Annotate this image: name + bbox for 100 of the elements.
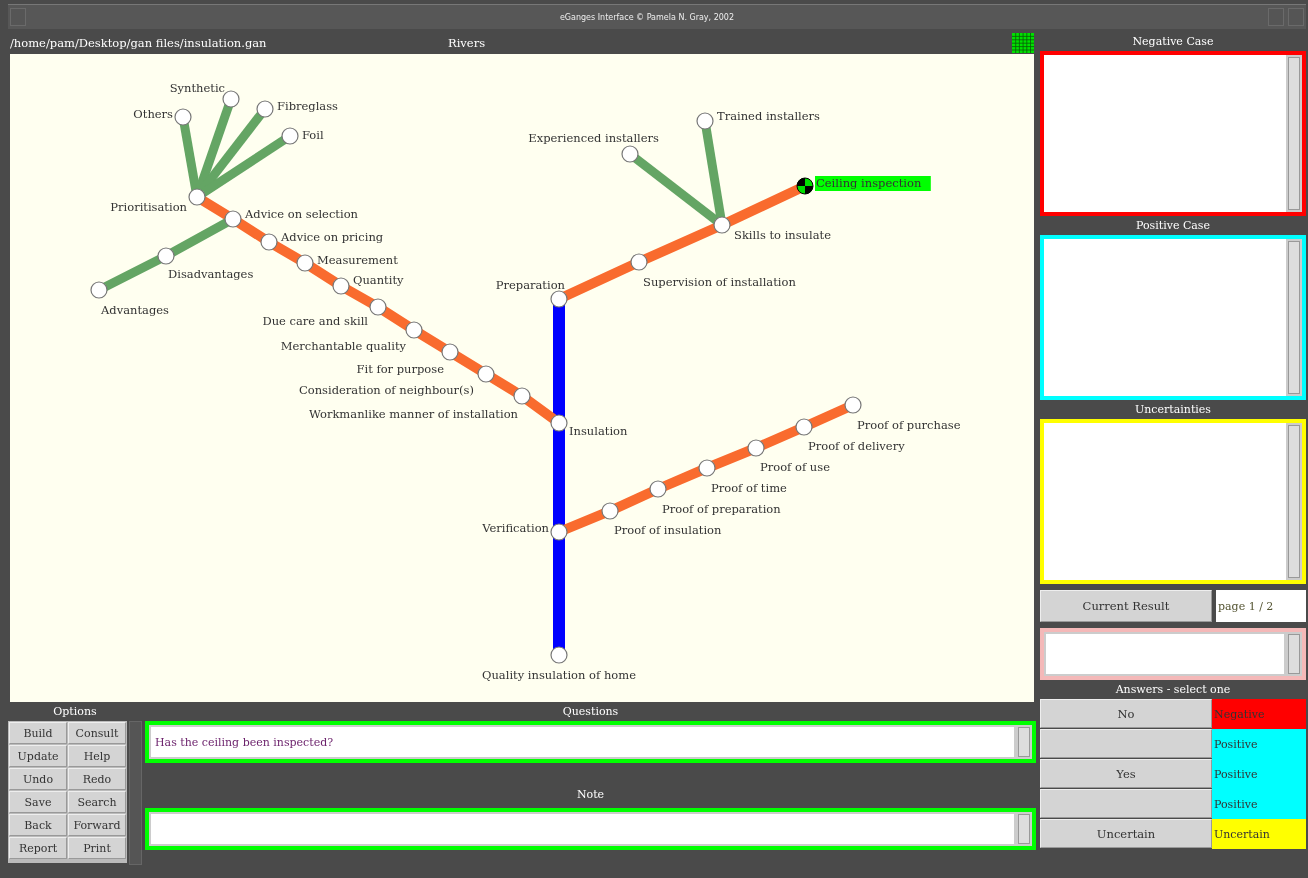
station-node[interactable] (696, 112, 714, 130)
station-label[interactable]: Verification (482, 521, 549, 535)
option-button[interactable]: Redo (68, 768, 126, 790)
answer-button[interactable] (1040, 789, 1212, 818)
option-button[interactable]: Save (9, 791, 67, 813)
answer-button[interactable]: No (1040, 699, 1212, 728)
station-node[interactable] (513, 387, 531, 405)
option-button[interactable]: Back (9, 814, 67, 836)
station-label[interactable]: Prioritisation (110, 200, 187, 214)
station-label[interactable]: Quality insulation of home (482, 668, 636, 682)
station-node[interactable] (441, 343, 459, 361)
station-label[interactable]: Quantity (353, 273, 404, 287)
station-label[interactable]: Workmanlike manner of installation (308, 407, 518, 421)
station-label[interactable]: Advice on pricing (281, 230, 384, 244)
station-node[interactable] (795, 418, 813, 436)
station-label[interactable]: Advice on selection (245, 207, 358, 221)
station-label[interactable]: Consideration of neighbour(s) (298, 383, 474, 397)
scrollbar[interactable] (1288, 425, 1300, 578)
station-node[interactable] (621, 145, 639, 163)
station-label[interactable]: Others (133, 107, 173, 121)
station-node[interactable] (649, 480, 667, 498)
option-button[interactable]: Forward (68, 814, 126, 836)
station-label[interactable]: Proof of preparation (662, 502, 781, 516)
station-label[interactable]: Proof of use (760, 460, 830, 474)
option-button[interactable]: Undo (9, 768, 67, 790)
station-label[interactable]: Disadvantages (168, 267, 254, 281)
result-field[interactable] (1040, 628, 1306, 680)
station-node[interactable] (747, 439, 765, 457)
current-result-button[interactable]: Current Result (1040, 590, 1212, 622)
options-title: Options (52, 704, 98, 720)
answer-result: Uncertain (1212, 819, 1306, 849)
station-label[interactable]: Skills to insulate (734, 228, 831, 242)
station-node[interactable] (477, 365, 495, 383)
station-label[interactable]: Measurement (317, 253, 398, 267)
answer-result: Positive (1212, 729, 1306, 759)
station-node[interactable] (713, 216, 731, 234)
station-node[interactable] (601, 502, 619, 520)
station-label[interactable]: Fit for purpose (356, 362, 444, 376)
station-node[interactable] (698, 459, 716, 477)
station-node[interactable] (630, 253, 648, 271)
answer-result: Positive (1212, 759, 1306, 789)
station-label[interactable]: Proof of insulation (614, 523, 722, 537)
station-node[interactable] (550, 414, 568, 432)
station-node[interactable] (90, 281, 108, 299)
station-label[interactable]: Experienced installers (528, 131, 659, 145)
station-label[interactable]: Advantages (101, 303, 169, 317)
file-path: /home/pam/Desktop/gan files/insulation.gan (10, 36, 267, 50)
questions-title: Questions (561, 704, 620, 720)
option-button[interactable]: Report (9, 837, 67, 859)
station-node[interactable] (256, 100, 274, 118)
station-node[interactable] (369, 298, 387, 316)
station-node[interactable] (224, 210, 242, 228)
station-label[interactable]: Synthetic (169, 81, 225, 95)
option-button[interactable]: Print (68, 837, 126, 859)
scrollbar[interactable] (1288, 57, 1300, 210)
station-node[interactable] (844, 396, 862, 414)
answers-title: Answers - select one (1114, 682, 1232, 698)
station-node[interactable] (405, 321, 423, 339)
option-button[interactable]: Search (68, 791, 126, 813)
station-label[interactable]: Trained installers (717, 109, 820, 123)
station-node[interactable] (157, 247, 175, 265)
option-button[interactable]: Build (9, 722, 67, 744)
station-label[interactable]: Due care and skill (262, 314, 368, 328)
station-node[interactable] (550, 523, 568, 541)
option-button[interactable]: Help (68, 745, 126, 767)
scrollbar[interactable] (1018, 814, 1030, 844)
scrollbar[interactable] (1018, 727, 1030, 757)
station-label[interactable]: Fibreglass (277, 99, 339, 113)
grid-icon[interactable] (1012, 33, 1034, 53)
station-node[interactable] (550, 290, 568, 308)
case-title: Positive Case (1135, 218, 1211, 234)
scrollbar[interactable] (1288, 241, 1300, 394)
question-field[interactable]: Has the ceiling been inspected? (145, 721, 1036, 763)
station-label[interactable]: Supervision of installation (643, 275, 796, 289)
station-node[interactable] (281, 127, 299, 145)
answer-button[interactable]: Uncertain (1040, 819, 1212, 848)
answer-button[interactable] (1040, 729, 1212, 758)
station-node[interactable] (296, 254, 314, 272)
station-label[interactable]: Ceiling inspection (816, 176, 922, 190)
station-node[interactable] (174, 108, 192, 126)
station-label[interactable]: Foil (302, 128, 324, 142)
station-node[interactable] (188, 188, 206, 206)
option-button[interactable]: Consult (68, 722, 126, 744)
station-node[interactable] (796, 177, 814, 195)
station-node[interactable] (550, 646, 568, 664)
station-label[interactable]: Preparation (495, 278, 565, 292)
station-label[interactable]: Proof of delivery (808, 439, 905, 453)
answer-result: Negative (1212, 699, 1306, 729)
station-label[interactable]: Proof of time (711, 481, 787, 495)
station-label[interactable]: Proof of purchase (857, 418, 961, 432)
scrollbar[interactable] (1288, 634, 1300, 674)
note-field[interactable] (145, 808, 1036, 850)
option-button[interactable]: Update (9, 745, 67, 767)
station-label[interactable]: Merchantable quality (280, 339, 406, 353)
scrollbar[interactable] (129, 721, 142, 865)
case-title: Negative Case (1131, 34, 1215, 50)
station-node[interactable] (260, 233, 278, 251)
station-label[interactable]: Insulation (569, 424, 628, 438)
station-node[interactable] (332, 277, 350, 295)
answer-button[interactable]: Yes (1040, 759, 1212, 788)
